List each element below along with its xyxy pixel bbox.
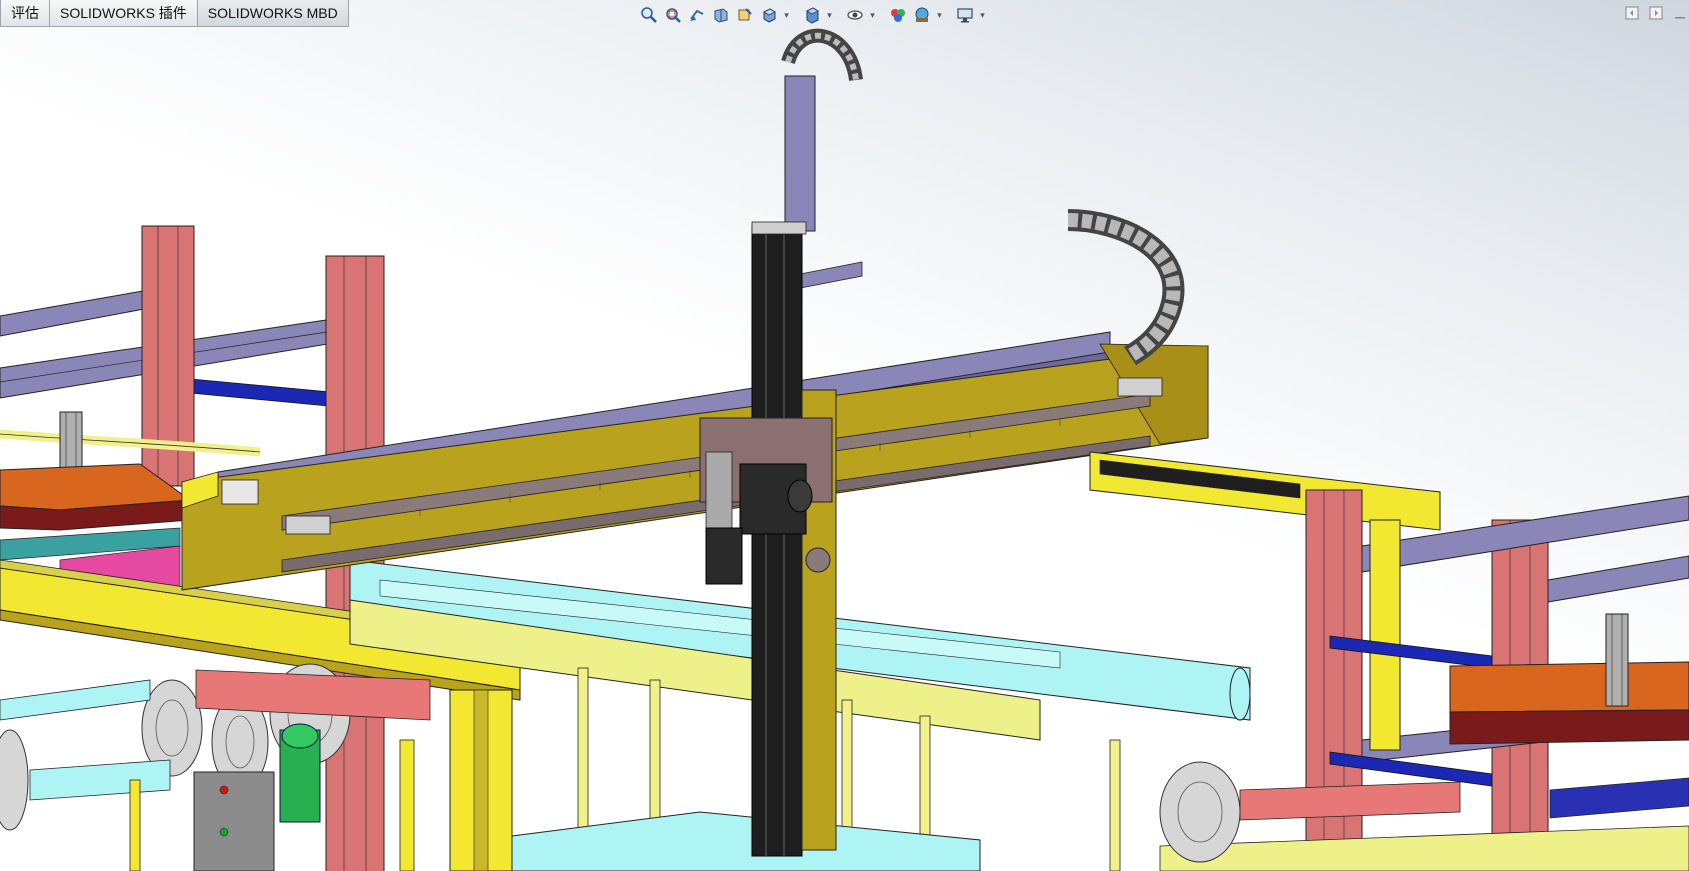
chevron-down-icon[interactable]: ▾ bbox=[782, 4, 791, 26]
apply-scene-icon[interactable] bbox=[911, 4, 933, 26]
cad-assembly-model[interactable] bbox=[0, 0, 1689, 871]
chevron-down-icon[interactable]: ▾ bbox=[978, 4, 987, 26]
section-view-icon[interactable] bbox=[710, 4, 732, 26]
zoom-to-area-icon[interactable] bbox=[662, 4, 684, 26]
viewport-window-controls bbox=[1623, 4, 1689, 22]
tab-mbd[interactable]: SOLIDWORKS MBD bbox=[197, 0, 349, 27]
dynamic-annotation-icon[interactable] bbox=[734, 4, 756, 26]
hide-show-items-icon[interactable] bbox=[844, 4, 866, 26]
tab-evaluate[interactable]: 评估 bbox=[0, 0, 50, 27]
minimize-icon[interactable] bbox=[1671, 4, 1689, 22]
restore-left-icon[interactable] bbox=[1623, 4, 1641, 22]
edit-appearance-icon[interactable] bbox=[887, 4, 909, 26]
chevron-down-icon[interactable]: ▾ bbox=[935, 4, 944, 26]
view-settings-icon[interactable] bbox=[954, 4, 976, 26]
chevron-down-icon[interactable]: ▾ bbox=[868, 4, 877, 26]
zoom-to-fit-icon[interactable] bbox=[638, 4, 660, 26]
view-orientation-icon[interactable] bbox=[758, 4, 780, 26]
previous-view-icon[interactable] bbox=[686, 4, 708, 26]
display-style-icon[interactable] bbox=[801, 4, 823, 26]
tab-addins[interactable]: SOLIDWORKS 插件 bbox=[50, 0, 198, 27]
heads-up-view-toolbar: ▾ ▾ ▾ ▾ ▾ bbox=[638, 3, 987, 27]
graphics-viewport[interactable] bbox=[0, 0, 1689, 871]
command-manager-tabs: 评估 SOLIDWORKS 插件 SOLIDWORKS MBD bbox=[0, 0, 349, 27]
chevron-down-icon[interactable]: ▾ bbox=[825, 4, 834, 26]
restore-right-icon[interactable] bbox=[1647, 4, 1665, 22]
